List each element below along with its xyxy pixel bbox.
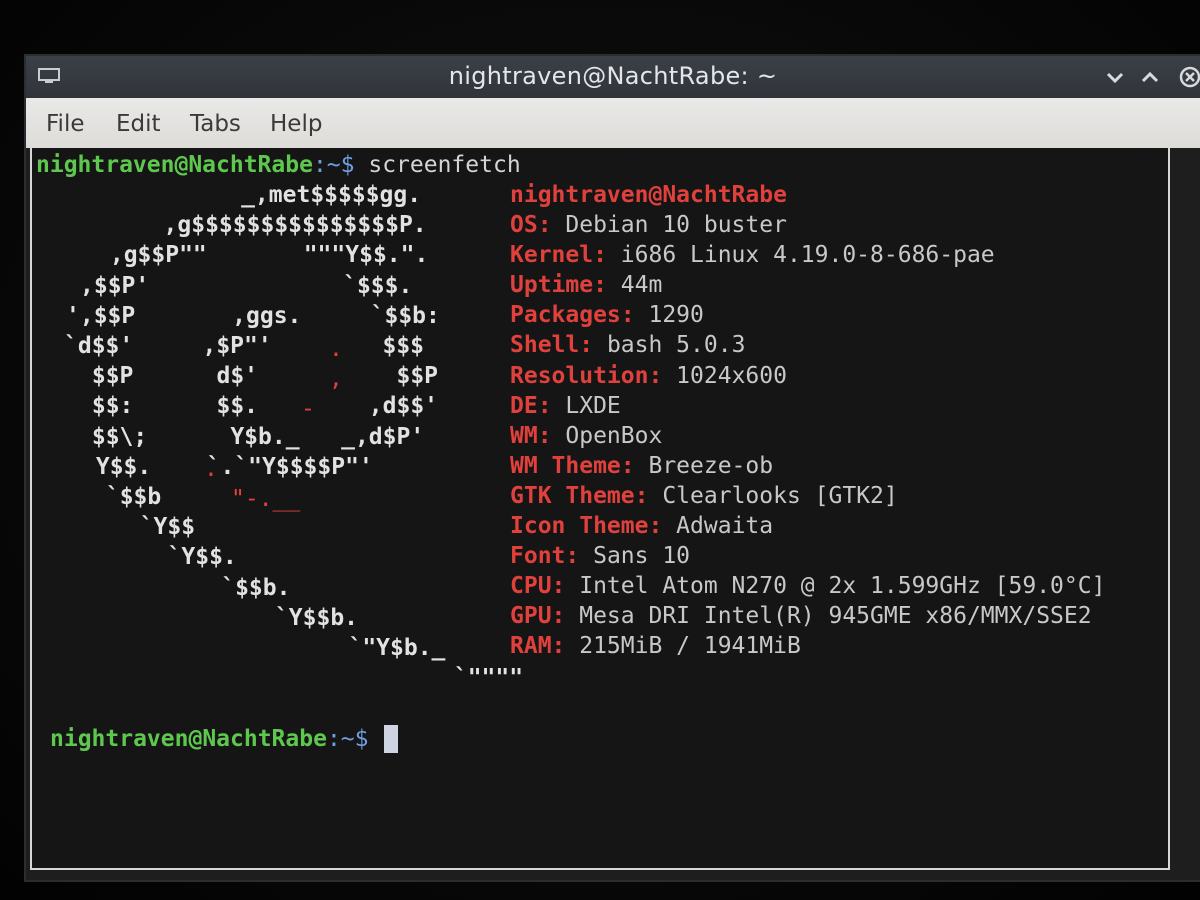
- art-line: ,g$$$$$$$$$$$$$$$P.: [122, 212, 427, 239]
- info-label: Icon Theme:: [510, 513, 663, 539]
- info-label: GTK Theme:: [510, 482, 649, 509]
- info-label: Packages:: [510, 302, 635, 329]
- info-row: DE: LXDE: [510, 391, 621, 421]
- info-value: 1024x600: [662, 362, 787, 389]
- info-row: Shell: bash 5.0.3: [510, 330, 745, 360]
- info-row: RAM: 215MiB / 1941MiB: [510, 631, 801, 661]
- info-label: CPU:: [510, 573, 566, 600]
- info-row: Packages: 1290: [510, 300, 704, 330]
- maximize-icon[interactable]: [1135, 64, 1165, 90]
- info-value: Clearlooks [GTK2]: [648, 482, 898, 509]
- info-row: Font: Sans 10: [510, 541, 690, 571]
- info-label: DE:: [510, 392, 552, 419]
- art-line: $$\; Y$b._ _,d$P': [78, 423, 425, 450]
- close-icon[interactable]: [1170, 64, 1200, 90]
- info-row: Resolution: 1024x600: [510, 361, 787, 391]
- art-line: ',$$P ,ggs. `$$b:: [66, 302, 440, 329]
- prompt-line: nightraven@NachtRabe:~$: [50, 724, 382, 754]
- art-line: ,g$$P"" """Y$$.".: [96, 242, 429, 269]
- art-line: ,$$P' `$$$.: [80, 272, 413, 299]
- info-label: Shell:: [510, 332, 594, 359]
- info-label: Resolution:: [510, 362, 663, 389]
- prompt-path: :~$: [312, 152, 369, 178]
- info-value: Breeze-ob: [634, 452, 774, 479]
- info-row: GTK Theme: Clearlooks [GTK2]: [510, 481, 898, 511]
- info-value: OpenBox: [551, 422, 663, 449]
- art-line: `$$b: [92, 484, 245, 510]
- info-row: CPU: Intel Atom N270 @ 2x 1.599GHz [59.0…: [510, 571, 1105, 601]
- info-value: Mesa DRI Intel(R) 945GME x86/MMX/SSE2: [565, 603, 1092, 630]
- art-red-mark: "-.__: [231, 486, 301, 512]
- info-label: Uptime:: [510, 272, 607, 299]
- info-value: Debian 10 buster: [551, 212, 787, 238]
- prompt-command: screenfetch: [368, 152, 521, 178]
- info-row: Kernel: i686 Linux 4.19.0-8-686-pae: [510, 240, 995, 270]
- text-cursor: [384, 725, 398, 753]
- window-title: nightraven@NachtRabe: ~: [448, 62, 778, 90]
- art-line: `"""": [260, 665, 524, 692]
- window-controls: [1100, 64, 1200, 90]
- info-label: WM Theme:: [510, 452, 635, 479]
- art-line: `d$$' ,$P"' $$$: [64, 333, 425, 359]
- info-row: Icon Theme: Adwaita: [510, 511, 773, 541]
- info-value: Intel Atom N270 @ 2x 1.599GHz [59.0°C]: [565, 573, 1106, 600]
- info-label: WM:: [510, 422, 552, 449]
- art-red-mark: ,: [329, 366, 343, 392]
- art-line: $$P d$' $$P: [78, 363, 439, 390]
- info-label: GPU:: [510, 603, 566, 630]
- menu-file[interactable]: File: [46, 111, 85, 137]
- info-value: Sans 10: [579, 543, 691, 570]
- info-user-host: nightraven@NachtRabe: [510, 182, 787, 208]
- info-label: OS:: [510, 212, 552, 238]
- info-value: Adwaita: [662, 513, 774, 539]
- info-row: WM: OpenBox: [510, 421, 662, 451]
- art-line: `$$b.: [152, 574, 291, 601]
- menu-tabs[interactable]: Tabs: [190, 111, 241, 137]
- info-label: Font:: [510, 543, 580, 570]
- terminal-window[interactable]: nightraven@NachtRabe: ~ File Edit Tabs H…: [26, 56, 1200, 880]
- title-bar[interactable]: nightraven@NachtRabe: ~: [26, 56, 1200, 98]
- art-line: `"Y$b._: [210, 635, 446, 661]
- info-value: i686 Linux 4.19.0-8-686-pae: [606, 242, 995, 269]
- art-line: _,met$$$$$gg.: [158, 182, 422, 208]
- screen: nightraven@NachtRabe: ~ File Edit Tabs H…: [0, 0, 1200, 900]
- info-row: GPU: Mesa DRI Intel(R) 945GME x86/MMX/SS…: [510, 601, 1092, 631]
- info-row: OS: Debian 10 buster: [510, 210, 787, 240]
- prompt-user-host: nightraven@NachtRabe: [36, 152, 313, 178]
- menu-bar: File Edit Tabs Help: [26, 98, 1200, 148]
- art-line: `Y$$: [112, 514, 196, 541]
- info-row: WM Theme: Breeze-ob: [510, 451, 773, 481]
- art-red-mark: .: [329, 336, 343, 362]
- info-value: 44m: [606, 272, 663, 299]
- minimize-icon[interactable]: [1100, 64, 1130, 90]
- info-value: 215MiB / 1941MiB: [565, 633, 801, 660]
- art-red-mark: -: [301, 396, 315, 422]
- menu-edit[interactable]: Edit: [116, 111, 161, 137]
- info-value: LXDE: [551, 392, 621, 419]
- art-line: Y$$. `.`"Y$$$$P"': [82, 453, 373, 480]
- info-value: bash 5.0.3: [593, 332, 746, 359]
- menu-help[interactable]: Help: [270, 111, 322, 137]
- art-line: $$: $$. ,d$$': [78, 393, 439, 420]
- art-line: `Y$$.: [126, 544, 237, 571]
- prompt-user-host: nightraven@NachtRabe: [50, 726, 327, 752]
- art-line: `Y$$b.: [178, 604, 359, 631]
- art-red-mark: .: [204, 456, 218, 482]
- info-label: RAM:: [510, 633, 566, 660]
- info-row: Uptime: 44m: [510, 270, 662, 300]
- info-value: 1290: [634, 302, 704, 329]
- command-line: nightraven@NachtRabe:~$ screenfetch: [36, 150, 521, 180]
- prompt-path: :~$: [326, 726, 383, 752]
- info-label: Kernel:: [510, 242, 607, 269]
- terminal-output[interactable]: nightraven@NachtRabe:~$ screenfetch _,me…: [30, 148, 1170, 870]
